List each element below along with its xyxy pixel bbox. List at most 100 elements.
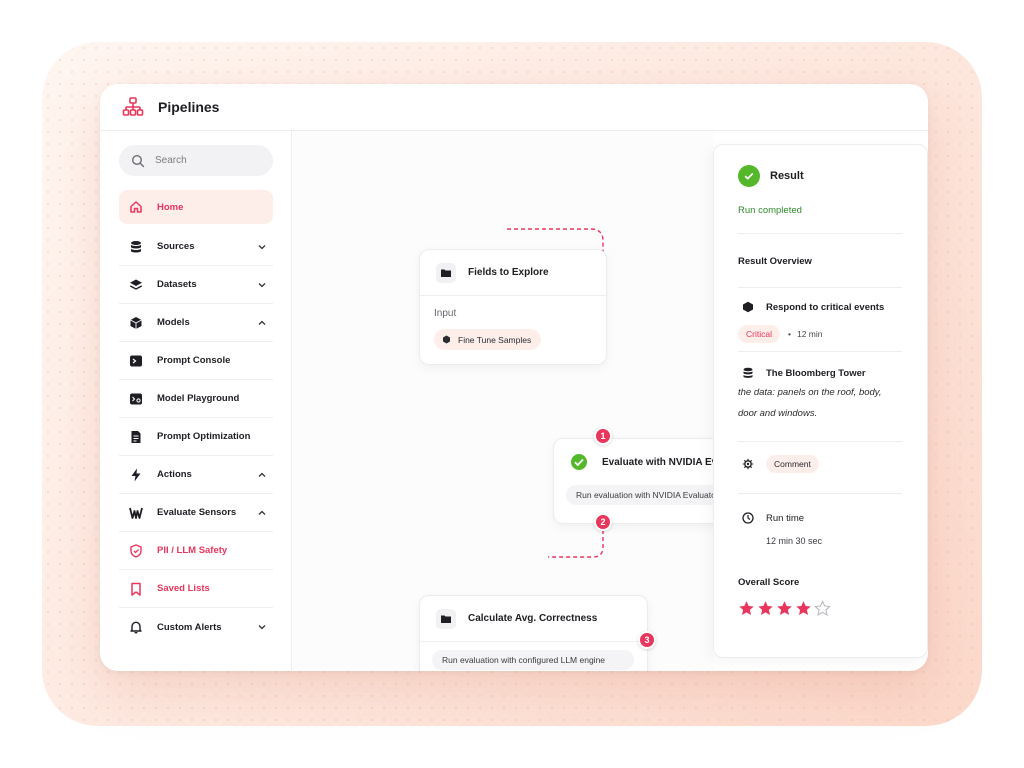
result-overview-section: Result Overview [738,233,902,291]
pipeline-connectors [507,228,604,558]
comment-section: Comment [738,441,902,493]
sidebar-item-label: PII / LLM Safety [157,545,228,556]
sidebar-item-model-playground[interactable]: Model Playground [119,380,273,418]
chevron-up-icon[interactable] [257,508,267,518]
lightning-icon [131,468,141,481]
step-badge-2: 2 [594,513,612,531]
node-title: Fields to Explore [468,267,549,278]
sidebar-item-label: Custom Alerts [157,621,222,633]
sidebar-item-label: Datasets [157,279,197,290]
score-label: Overall Score [738,577,800,588]
search-box[interactable] [119,145,273,176]
document-icon [131,430,141,443]
sidebar-item-prompt-optimization[interactable]: Prompt Optimization [119,418,273,456]
sidebar-item-pii-llm-safety[interactable]: PII / LLM Safety [119,532,273,570]
sidebar-item-sources[interactable]: Sources [119,228,273,266]
check-circle-icon [571,454,587,470]
result-title: Result [770,170,804,182]
terminal-icon [130,355,142,366]
node-fields-to-explore[interactable]: Fields to Explore Input Fine Tune Sample… [419,249,607,365]
sidebar-item-label: Model Playground [157,393,240,404]
result-header: Result [738,165,804,187]
chevron-down-icon[interactable] [257,242,267,252]
star-filled-icon[interactable] [738,600,755,617]
node-description: Run evaluation with configured LLM engin… [432,650,634,670]
success-check-icon [738,165,760,187]
search-icon [131,154,145,167]
severity-badge: Critical [738,325,780,343]
sidebar-item-label: Models [157,317,190,328]
sidebar-item-label: Home [157,201,184,213]
runtime-section: Run time 12 min 30 sec [738,493,902,565]
page-title: Pipelines [158,99,220,115]
star-filled-icon[interactable] [776,600,793,617]
star-filled-icon[interactable] [795,600,812,617]
sidebar-item-label: Saved Lists [157,583,210,594]
shield-icon [130,543,142,558]
node-title: Calculate Avg. Correctness [468,613,598,624]
runtime-label: Run time [766,512,805,524]
chevron-up-icon[interactable] [257,470,267,480]
sidebar-item-label: Prompt Console [157,355,231,366]
bell-icon [130,621,142,634]
result-panel: Result Run completed Result Overview Res… [713,144,928,658]
sidebar-item-label: Actions [157,469,192,480]
title-bar: Pipelines [100,84,928,131]
sidebar-item-prompt-console[interactable]: Prompt Console [119,342,273,380]
bookmark-icon [131,582,141,596]
database-icon [743,367,753,378]
search-input[interactable] [155,155,265,166]
star-rating[interactable] [738,600,902,617]
fine-tune-samples-tag[interactable]: Fine Tune Samples [434,329,542,350]
sidebar-item-evaluate-sensors[interactable]: Evaluate Sensors [119,494,273,532]
gear-icon [742,458,754,470]
score-section: Overall Score [738,565,902,645]
source-title: The Bloomberg Tower [766,367,866,379]
app-window: Pipelines Home Sources Datasets [100,84,928,671]
sensor-icon [129,507,143,519]
sidebar-item-label: Sources [157,241,195,252]
run-status: Run completed [738,205,802,216]
node-calculate-correctness[interactable]: Calculate Avg. Correctness Run evaluatio… [419,595,648,671]
event-title: Respond to critical events [766,301,885,313]
sidebar-item-label: Evaluate Sensors [157,507,237,518]
tag-label: Fine Tune Samples [458,334,532,345]
folder-icon [441,269,451,277]
layers-icon [130,279,142,290]
cube-icon [743,301,753,313]
star-empty-icon[interactable] [814,600,831,617]
playground-icon [130,393,142,404]
source-text: the data: panels on the roof, body, door… [738,387,882,419]
sidebar-item-models[interactable]: Models [119,304,273,342]
cube-icon [443,335,450,344]
pipeline-logo-icon [122,97,144,116]
sidebar-item-saved-lists[interactable]: Saved Lists [119,570,273,608]
sidebar-nav: Home Sources Datasets Models Prompt Cons… [119,190,273,646]
database-icon [131,240,141,252]
step-badge-3: 3 [638,631,656,649]
sidebar-item-actions[interactable]: Actions [119,456,273,494]
node-input-label: Input [434,308,457,319]
star-filled-icon[interactable] [757,600,774,617]
sidebar-item-home[interactable]: Home [119,190,273,224]
sidebar-item-custom-alerts[interactable]: Custom Alerts [119,608,273,646]
chevron-down-icon[interactable] [257,622,267,632]
chevron-down-icon[interactable] [257,280,267,290]
sidebar-item-datasets[interactable]: Datasets [119,266,273,304]
runtime-value: 12 min 30 sec [766,536,823,546]
clock-icon [742,512,754,524]
step-badge-1: 1 [594,427,612,445]
critical-event-section: Respond to critical events Critical • 12… [738,287,902,351]
result-overview-label: Result Overview [738,256,812,267]
sidebar: Home Sources Datasets Models Prompt Cons… [100,131,292,671]
folder-icon [441,615,451,623]
chevron-up-icon[interactable] [257,318,267,328]
bullet-separator: • [787,329,791,339]
event-time: 12 min [796,329,823,339]
comment-button[interactable]: Comment [766,455,819,473]
pipeline-canvas: Fields to Explore Input Fine Tune Sample… [293,131,790,671]
source-section: The Bloomberg Tower the data: panels on … [738,351,902,441]
sidebar-item-label: Prompt Optimization [157,431,251,442]
cube-icon [130,316,142,329]
home-icon [130,201,142,213]
